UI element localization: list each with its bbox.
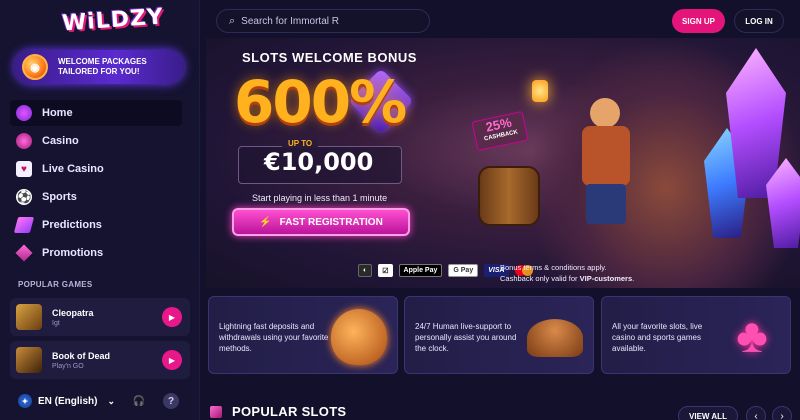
sidebar-item-label: Casino <box>42 135 79 147</box>
play-icon[interactable]: ▶ <box>162 350 182 370</box>
apple-pay-logo: Apple Pay <box>398 264 443 277</box>
sidebar-item-label: Live Casino <box>42 163 104 175</box>
view-all-button[interactable]: VIEW ALL <box>678 406 738 420</box>
game-info: Cleopatra Igt <box>52 308 162 327</box>
cashback-sign: 25% CASHBACK <box>471 110 529 152</box>
language-selector[interactable]: ✦ EN (English) ⌄ <box>18 394 115 408</box>
game-name: Book of Dead <box>52 350 111 361</box>
barrel-illustration <box>478 166 540 226</box>
chevron-right-icon[interactable]: › <box>772 406 792 420</box>
game-provider: Igt <box>52 319 60 327</box>
payment-logo-icon: ☑ <box>378 264 393 277</box>
google-pay-logo: G Pay <box>448 264 479 277</box>
terms-text: Cashback only valid for <box>500 274 580 283</box>
game-name: Cleopatra <box>52 307 94 318</box>
lantern-illustration <box>532 80 548 102</box>
playing-cards-icon: ♥ <box>16 161 32 177</box>
app-root: WiLDZY ◉ WELCOME PACKAGES TAILORED FOR Y… <box>0 0 800 420</box>
bonus-amount: €10,000 <box>264 148 374 176</box>
fast-registration-button[interactable]: ⚡ FAST REGISTRATION <box>232 208 410 236</box>
brand-logo[interactable]: WiLDZY <box>61 4 164 36</box>
lightning-icon: ⚡ <box>259 216 272 228</box>
feature-text: All your favorite slots, live casino and… <box>612 322 703 353</box>
cowboy-hat-icon <box>527 319 583 357</box>
game-provider: Play'n GO <box>52 362 84 370</box>
game-thumbnail <box>16 347 42 373</box>
main-nav: Home Casino ♥ Live Casino ⚽ Sports Predi… <box>10 100 182 268</box>
payment-logo-icon: ◐ <box>358 264 373 277</box>
terms-line: Cashback only valid for VIP-customers. <box>500 273 634 284</box>
feature-card-support: 24/7 Human live-support to personally as… <box>404 296 594 374</box>
bonus-terms: Bonus terms & conditions apply. Cashback… <box>500 262 634 284</box>
search-icon: ⌕ <box>229 14 236 27</box>
slots-icon <box>210 406 222 418</box>
sidebar-footer: ✦ EN (English) ⌄ 🎧 ? <box>0 382 200 420</box>
popular-game-card[interactable]: Cleopatra Igt ▶ <box>10 298 190 336</box>
terms-text: . <box>632 274 635 283</box>
club-suit-icon: ♣ <box>736 310 768 363</box>
fast-registration-label: FAST REGISTRATION <box>279 216 383 228</box>
sidebar-item-casino[interactable]: Casino <box>10 128 182 154</box>
headset-icon[interactable]: 🎧 <box>131 393 147 409</box>
sidebar-item-home[interactable]: Home <box>10 100 182 126</box>
predictions-icon <box>13 217 35 233</box>
casino-chip-icon <box>16 133 32 149</box>
chevron-down-icon: ⌄ <box>107 395 115 406</box>
sidebar-item-promotions[interactable]: Promotions <box>10 240 182 266</box>
popular-slots-title: POPULAR SLOTS <box>232 404 347 419</box>
sidebar-item-label: Sports <box>42 191 77 203</box>
game-thumbnail <box>16 304 42 330</box>
diamond-icon <box>15 244 33 262</box>
welcome-promo-banner[interactable]: ◉ WELCOME PACKAGES TAILORED FOR YOU! <box>14 50 184 84</box>
play-icon[interactable]: ▶ <box>162 307 182 327</box>
bonus-title: SLOTS WELCOME BONUS <box>242 50 417 65</box>
search-input[interactable] <box>241 15 422 27</box>
sign-up-button[interactable]: SIGN UP <box>672 9 725 33</box>
feature-card-games: All your favorite slots, live casino and… <box>601 296 791 374</box>
chevron-left-icon[interactable]: ‹ <box>746 406 766 420</box>
sidebar-item-label: Promotions <box>42 247 104 259</box>
terms-vip: VIP-customers <box>579 274 633 283</box>
help-icon[interactable]: ? <box>163 393 179 409</box>
money-bag-icon <box>331 309 387 365</box>
feature-text: 24/7 Human live-support to personally as… <box>415 322 517 353</box>
sidebar-item-label: Predictions <box>42 219 102 231</box>
sidebar-item-label: Home <box>42 107 73 119</box>
terms-line: Bonus terms & conditions apply. <box>500 263 607 272</box>
log-in-button[interactable]: LOG IN <box>734 9 784 33</box>
home-icon <box>16 105 32 121</box>
miner-illustration <box>576 78 636 228</box>
sidebar-item-sports[interactable]: ⚽ Sports <box>10 184 182 210</box>
search-bar[interactable]: ⌕ <box>216 9 430 33</box>
popular-games-title: POPULAR GAMES <box>18 280 93 289</box>
banner-subline: Start playing in less than 1 minute <box>252 193 388 203</box>
up-to-label: UP TO <box>282 139 319 148</box>
game-info: Book of Dead Play'n GO <box>52 351 162 370</box>
feature-card-payments: Lightning fast deposits and withdrawals … <box>208 296 398 374</box>
promo-text: WELCOME PACKAGES TAILORED FOR YOU! <box>58 57 147 76</box>
hero-banner[interactable]: 25% CASHBACK SLOTS WELCOME BONUS 600% UP… <box>206 38 800 288</box>
globe-icon: ✦ <box>18 394 32 408</box>
language-label: EN (English) <box>38 395 98 407</box>
soccer-ball-icon: ⚽ <box>16 189 32 205</box>
sidebar-item-live-casino[interactable]: ♥ Live Casino <box>10 156 182 182</box>
sidebar-item-predictions[interactable]: Predictions <box>10 212 182 238</box>
sidebar: WiLDZY ◉ WELCOME PACKAGES TAILORED FOR Y… <box>0 0 200 420</box>
coin-icon: ◉ <box>22 54 48 80</box>
bonus-percent: 600% <box>234 68 407 136</box>
feature-text: Lightning fast deposits and withdrawals … <box>219 322 329 353</box>
popular-game-card[interactable]: Book of Dead Play'n GO ▶ <box>10 341 190 379</box>
